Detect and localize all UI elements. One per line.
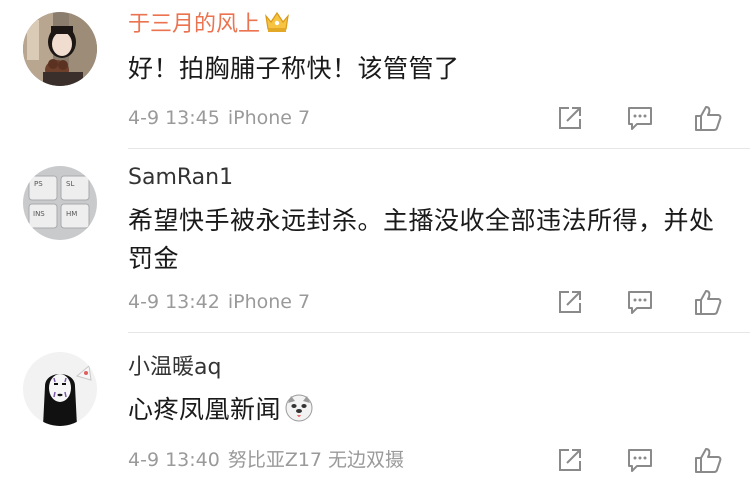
device-label: iPhone 7 [227, 291, 311, 313]
username[interactable]: 小温暖aq [128, 354, 221, 382]
comment-text: 心疼凤凰新闻 [128, 391, 728, 434]
crown-icon [264, 10, 290, 42]
like-icon [695, 448, 722, 473]
doge-emoji-icon [284, 393, 314, 434]
comment-icon [628, 107, 652, 130]
comment-meta: 4-9 13:40 努比亚Z17 无边双摄 [128, 448, 404, 472]
comment-icon [628, 449, 652, 472]
comment-icon [628, 291, 652, 314]
share-button[interactable] [555, 103, 585, 133]
comment-item: PS SL INS HM SamRan1 希望快手被永远封杀。主播没收全部违法所… [0, 150, 750, 334]
device-label: 努比亚Z17 无边双摄 [227, 449, 405, 471]
share-button[interactable] [555, 287, 585, 317]
share-icon [559, 449, 581, 471]
share-button[interactable] [555, 445, 585, 475]
avatar[interactable] [23, 12, 97, 86]
share-icon [559, 291, 581, 313]
like-button[interactable] [693, 287, 723, 317]
comment-text: 好！拍胸脯子称快！该管管了 [128, 54, 460, 83]
key-label: INS [33, 210, 45, 218]
action-bar [555, 103, 730, 133]
like-icon [695, 106, 722, 131]
like-button[interactable] [693, 445, 723, 475]
avatar[interactable]: PS SL INS HM [23, 166, 97, 240]
comment-meta: 4-9 13:45 iPhone 7 [128, 106, 310, 130]
device-label: iPhone 7 [227, 107, 311, 129]
avatar[interactable] [23, 352, 97, 426]
reply-button[interactable] [625, 445, 655, 475]
timestamp: 4-9 13:40 [128, 449, 220, 471]
comment-meta: 4-9 13:42 iPhone 7 [128, 290, 310, 314]
action-bar [555, 287, 730, 317]
comment-item: 于三月的风上 好！拍胸脯子称快！该管管了 4-9 13:45 iPhone 7 [0, 0, 750, 150]
username[interactable]: SamRan1 [128, 164, 233, 192]
like-button[interactable] [693, 103, 723, 133]
comment-text: 希望快手被永远封杀。主播没收全部违法所得，并处罚金 [128, 206, 715, 273]
key-label: SL [66, 180, 74, 188]
username-text[interactable]: 于三月的风上 [128, 12, 260, 37]
action-bar [555, 445, 730, 475]
like-icon [695, 290, 722, 315]
divider [128, 148, 750, 149]
timestamp: 4-9 13:42 [128, 291, 220, 313]
comment-text-content: 心疼凤凰新闻 [128, 395, 282, 424]
comment-item: 小温暖aq 心疼凤凰新闻 4-9 13:40 努比亚Z17 无边双摄 [0, 334, 750, 490]
key-label: PS [34, 180, 43, 188]
share-icon [559, 107, 581, 129]
reply-button[interactable] [625, 287, 655, 317]
timestamp: 4-9 13:45 [128, 107, 220, 129]
reply-button[interactable] [625, 103, 655, 133]
key-label: HM [66, 210, 77, 218]
divider [128, 332, 750, 333]
username[interactable]: 于三月的风上 [128, 10, 290, 42]
